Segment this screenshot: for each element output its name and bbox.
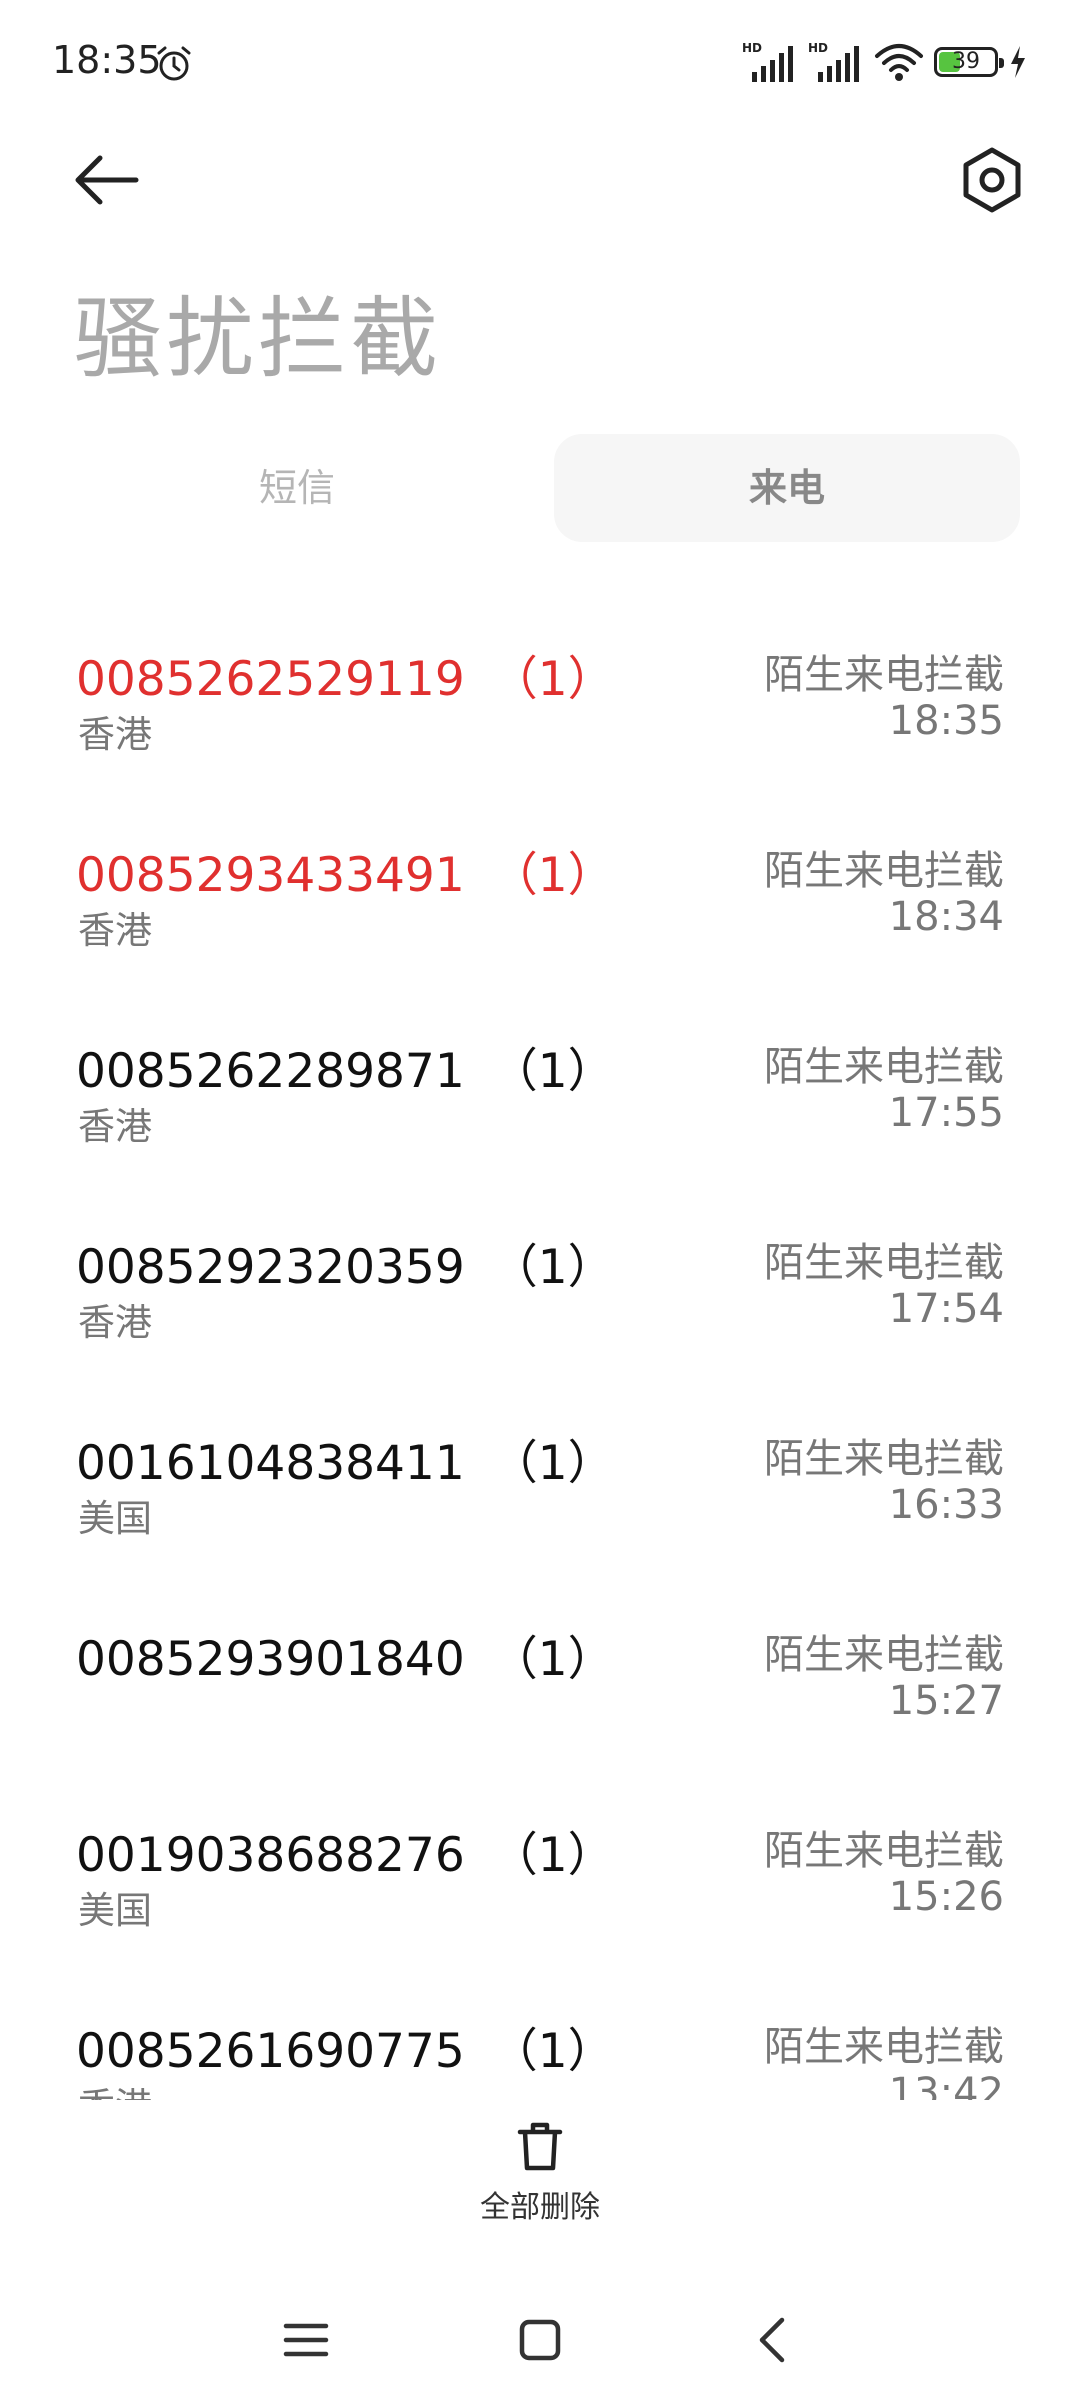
- navigation-bar: [0, 2290, 1080, 2380]
- block-reason: 陌生来电拦截: [764, 652, 1004, 698]
- block-reason: 陌生来电拦截: [764, 1044, 1004, 1090]
- menu-icon[interactable]: [276, 2310, 336, 2370]
- delete-all-button[interactable]: 全部删除: [440, 2118, 640, 2228]
- tab-calls[interactable]: 来电: [554, 434, 1020, 542]
- battery-icon: 39: [934, 47, 1004, 77]
- status-time: 18:35: [52, 38, 162, 82]
- block-reason: 陌生来电拦截: [764, 1632, 1004, 1678]
- call-time: 13:42: [888, 2070, 1004, 2100]
- battery-percent: 39: [952, 49, 980, 74]
- screen: 18:35 HD HD 39 骚扰拦截 短信 来电 0085262529119 …: [0, 0, 1080, 2400]
- number-location: 香港: [78, 2076, 152, 2100]
- phone-number: 0085261690775 （1）: [76, 2024, 615, 2079]
- call-time: 16:33: [888, 1482, 1004, 1528]
- status-icons: HD HD 39: [742, 40, 1028, 84]
- phone-number: 0016104838411 （1）: [76, 1436, 615, 1491]
- phone-number: 0085262289871 （1）: [76, 1044, 615, 1099]
- hexagon-settings-icon: [963, 147, 1021, 213]
- call-time: 17:54: [888, 1286, 1004, 1332]
- call-time: 15:26: [888, 1874, 1004, 1920]
- charging-icon: [1011, 46, 1025, 78]
- svg-text:HD: HD: [742, 41, 762, 55]
- number-location: 香港: [78, 1301, 152, 1344]
- list-item[interactable]: 0085261690775（1） 香港 陌生来电拦截 13:42: [0, 1972, 1080, 2100]
- number-location: 香港: [78, 713, 152, 756]
- home-icon[interactable]: [510, 2310, 570, 2370]
- call-time: 17:55: [888, 1090, 1004, 1136]
- list-item[interactable]: 0019038688276 （1） 美国 陌生来电拦截 15:26: [0, 1776, 1080, 1972]
- back-nav-icon[interactable]: [744, 2310, 804, 2370]
- number-location: 美国: [78, 1889, 152, 1932]
- list-item[interactable]: 0085293433491 （1） 香港 陌生来电拦截 18:34: [0, 796, 1080, 992]
- list-item[interactable]: 0016104838411 （1） 美国 陌生来电拦截 16:33: [0, 1384, 1080, 1580]
- blocked-calls-list[interactable]: 0085262529119 （1） 香港 陌生来电拦截 18:35 0085293…: [0, 600, 1080, 2100]
- arrow-left-icon: [75, 155, 139, 205]
- block-reason: 陌生来电拦截: [764, 1240, 1004, 1286]
- block-reason: 陌生来电拦截: [764, 1828, 1004, 1874]
- alarm-icon: [157, 46, 191, 81]
- block-reason: 陌生来电拦截: [764, 2024, 1004, 2070]
- page-title: 骚扰拦截: [74, 287, 443, 390]
- phone-number: 0085293433491 （1）: [76, 848, 615, 903]
- number-location: 香港: [78, 909, 152, 952]
- hd-signal-icon: HD: [808, 41, 859, 82]
- block-reason: 陌生来电拦截: [764, 1436, 1004, 1482]
- wifi-icon: [875, 44, 923, 81]
- trash-icon: [517, 2122, 563, 2171]
- svg-text:HD: HD: [808, 41, 828, 55]
- number-location: 香港: [78, 1105, 152, 1148]
- phone-number: 0085292320359 （1）: [76, 1240, 615, 1295]
- tab-sms[interactable]: 短信: [140, 434, 454, 542]
- back-button[interactable]: [72, 140, 152, 220]
- delete-all-label: 全部删除: [480, 2190, 600, 2225]
- block-reason: 陌生来电拦截: [764, 848, 1004, 894]
- phone-number: 0019038688276 （1）: [76, 1828, 615, 1883]
- list-item[interactable]: 0085292320359 （1） 香港 陌生来电拦截 17:54: [0, 1188, 1080, 1384]
- hd-signal-icon: HD: [742, 41, 793, 82]
- list-item[interactable]: 0085262529119 （1） 香港 陌生来电拦截 18:35: [0, 600, 1080, 796]
- call-time: 15:27: [888, 1678, 1004, 1724]
- phone-number: 0085262529119 （1）: [76, 652, 615, 707]
- list-item[interactable]: 0085262289871 （1） 香港 陌生来电拦截 17:55: [0, 992, 1080, 1188]
- list-item[interactable]: 0085293901840 （1） 陌生来电拦截 15:27: [0, 1580, 1080, 1776]
- number-location: 美国: [78, 1497, 152, 1540]
- settings-button[interactable]: [952, 140, 1032, 220]
- status-bar: 18:35 HD HD 39: [0, 0, 1080, 130]
- call-time: 18:35: [888, 698, 1004, 744]
- call-time: 18:34: [888, 894, 1004, 940]
- phone-number: 0085293901840 （1）: [76, 1632, 615, 1687]
